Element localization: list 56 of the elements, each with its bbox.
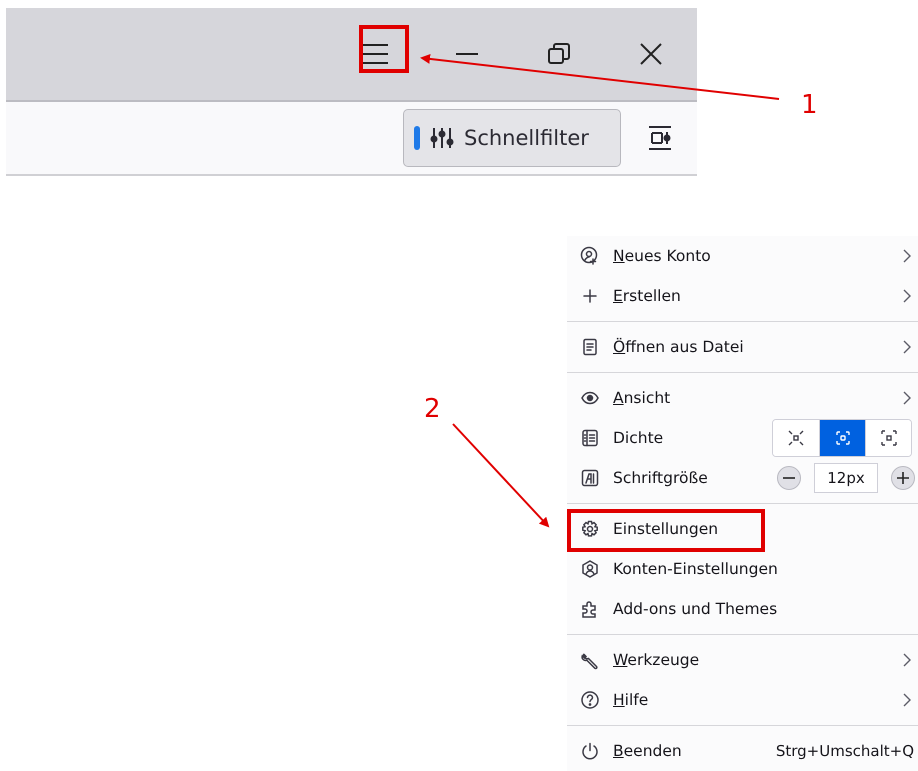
shortcut-text: Strg+Umschalt+Q <box>776 742 914 760</box>
menu-item[interactable]: Konten-Einstellungen <box>567 549 918 589</box>
chevron-icon <box>902 652 912 668</box>
gear-icon <box>580 519 600 539</box>
highlight-frame <box>359 25 409 73</box>
help-icon <box>580 690 600 710</box>
menu-item-label: Ansicht <box>613 389 670 407</box>
callout-number: 1 <box>801 92 818 118</box>
quick-filter-button[interactable]: Schnellfilter <box>403 109 621 167</box>
menu-item-label: Schriftgröße <box>613 469 708 487</box>
callout-number: 2 <box>424 396 441 422</box>
list-icon <box>580 428 600 448</box>
menu-item-label: Dichte <box>613 429 664 447</box>
menu-item[interactable]: Öffnen aus Datei <box>567 327 918 367</box>
menu-item-label: Einstellungen <box>613 520 718 538</box>
power-icon <box>580 741 600 761</box>
density-option[interactable] <box>865 420 911 456</box>
increase-button[interactable] <box>891 466 915 490</box>
expand-icon <box>878 428 898 448</box>
menu-item-label: Erstellen <box>613 287 681 305</box>
menu-item-label: Hilfe <box>613 691 648 709</box>
chevron-icon <box>902 288 912 304</box>
restore-icon <box>548 43 570 65</box>
menu-item[interactable]: Ansicht <box>567 378 918 418</box>
plus-icon <box>897 472 909 484</box>
menu-item-label: Neues Konto <box>613 247 711 265</box>
font-size-field[interactable]: 12px <box>814 463 878 493</box>
sliders-icon <box>430 127 454 149</box>
menu-item[interactable]: Neues Konto <box>567 236 918 276</box>
menu-item[interactable]: Hilfe <box>567 680 918 720</box>
account-add-icon <box>580 246 600 266</box>
menu-item[interactable]: Add-ons und Themes <box>567 589 918 629</box>
minus-icon <box>783 477 795 479</box>
collapse-icon <box>786 428 806 448</box>
layout-icon <box>648 125 672 151</box>
chevron-icon <box>902 390 912 406</box>
chevron-icon <box>902 248 912 264</box>
account-shield-icon <box>580 559 600 579</box>
decrease-button[interactable] <box>777 466 801 490</box>
menu-item[interactable]: Werkzeuge <box>567 640 918 680</box>
menu-item[interactable]: Beenden Strg+Umschalt+Q <box>567 731 918 771</box>
menu-item-label: Werkzeuge <box>613 651 700 669</box>
menu-item-label: Beenden <box>613 742 682 760</box>
menu-item[interactable]: Erstellen <box>567 276 918 316</box>
font-icon <box>580 468 600 488</box>
menu-item[interactable]: Einstellungen <box>567 509 918 549</box>
chevron-icon <box>902 692 912 708</box>
chevron-icon <box>902 339 912 355</box>
density-option[interactable] <box>819 420 865 456</box>
close-icon <box>640 43 662 65</box>
toggle-indicator <box>414 126 420 150</box>
menu-item-label: Add-ons und Themes <box>613 600 778 618</box>
minimize-icon <box>456 52 478 56</box>
menu-icon <box>361 43 389 65</box>
menu-item-label: Öffnen aus Datei <box>613 338 744 356</box>
menu-item-label: Konten-Einstellungen <box>613 560 778 578</box>
